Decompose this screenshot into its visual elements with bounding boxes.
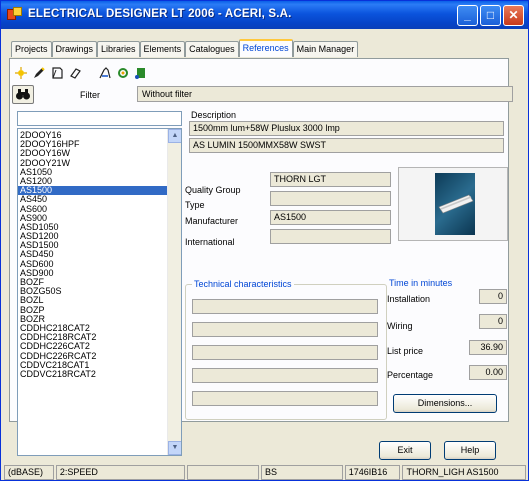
app-logo-icon xyxy=(7,7,23,23)
tab-catalogues[interactable]: Catalogues xyxy=(185,41,239,57)
wiring-label: Wiring xyxy=(387,321,413,331)
minimize-button[interactable]: _ xyxy=(457,5,478,26)
type-label: Type xyxy=(185,200,205,210)
edit-icon[interactable] xyxy=(32,66,46,80)
status-code-1: BS xyxy=(261,465,343,480)
quality-group-label: Quality Group xyxy=(185,185,241,195)
quality-group-field[interactable]: THORN LGT xyxy=(270,172,391,187)
international-field[interactable] xyxy=(270,229,391,244)
refresh-icon[interactable] xyxy=(116,66,130,80)
status-code-2: 1746IB16 xyxy=(344,465,401,480)
filter-label: Filter xyxy=(80,90,100,100)
binoculars-icon xyxy=(16,89,30,100)
technical-group: Technical characteristics xyxy=(185,279,387,420)
search-input[interactable] xyxy=(17,111,182,126)
installation-label: Installation xyxy=(387,294,431,304)
status-db: (dBASE) xyxy=(4,465,54,480)
manufacturer-field[interactable]: AS1500 xyxy=(270,210,391,225)
exit-button[interactable]: Exit xyxy=(379,441,431,460)
technical-field-3[interactable] xyxy=(192,345,378,360)
product-photo xyxy=(398,167,508,241)
tab-main-manager[interactable]: Main Manager xyxy=(292,41,359,57)
international-label: International xyxy=(185,237,235,247)
wiring-field[interactable]: 0 xyxy=(479,314,507,329)
type-field[interactable] xyxy=(270,191,391,206)
description-line-2[interactable]: AS LUMIN 1500MMX58W SWST xyxy=(189,138,504,153)
close-button[interactable]: ✕ xyxy=(503,5,524,26)
reference-list[interactable]: 2DOOY16 2DOOY16HPF 2DOOY16W 2DOOY21W AS1050 A… xyxy=(17,128,182,456)
maximize-button[interactable]: □ xyxy=(480,5,501,26)
open-icon[interactable] xyxy=(50,66,64,80)
description-line-1[interactable]: 1500mm lum+58W Pluslux 3000 lmp xyxy=(189,121,504,136)
main-window: ELECTRICAL DESIGNER LT 2006 - ACERI, S.A… xyxy=(0,0,529,481)
tab-elements[interactable]: Elements xyxy=(139,41,186,57)
scroll-down-icon[interactable]: ▼ xyxy=(168,441,181,455)
time-group: Time in minutes Installation 0 Wiring 0 … xyxy=(383,278,507,418)
window-title: ELECTRICAL DESIGNER LT 2006 - ACERI, S.A… xyxy=(28,8,292,20)
percentage-field[interactable]: 0.00 xyxy=(469,365,507,380)
tab-strip: Projects Drawings Libraries Elements Cat… xyxy=(11,39,359,59)
percentage-label: Percentage xyxy=(387,370,434,380)
new-icon[interactable] xyxy=(14,66,28,80)
filter-field[interactable]: Without filter xyxy=(137,86,513,102)
scroll-up-icon[interactable]: ▲ xyxy=(168,129,181,143)
list-price-label: List price xyxy=(387,346,424,356)
time-title: Time in minutes xyxy=(387,278,455,288)
dimensions-button[interactable]: Dimensions... xyxy=(393,394,497,413)
technical-field-5[interactable] xyxy=(192,391,378,406)
tab-projects[interactable]: Projects xyxy=(11,41,52,57)
manufacturer-label: Manufacturer xyxy=(185,216,239,226)
status-mode: 2:SPEED xyxy=(55,465,186,480)
status-empty xyxy=(187,465,259,480)
toolbar xyxy=(14,63,148,83)
tab-libraries[interactable]: Libraries xyxy=(97,41,140,57)
status-bar: (dBASE) 2:SPEED BS 1746IB16 THORN_LIGH A… xyxy=(4,465,526,480)
filter-tool-icon[interactable] xyxy=(98,66,112,80)
list-scrollbar[interactable]: ▲ ▼ xyxy=(167,129,181,455)
status-reference: THORN_LIGH AS1500 xyxy=(402,465,526,480)
export-icon[interactable] xyxy=(134,66,148,80)
erase-icon[interactable] xyxy=(68,66,82,80)
installation-field[interactable]: 0 xyxy=(479,289,507,304)
help-button[interactable]: Help xyxy=(444,441,496,460)
description-label: Description xyxy=(191,110,237,120)
list-price-field[interactable]: 36.90 xyxy=(469,340,507,355)
tab-references[interactable]: References xyxy=(238,39,293,57)
technical-title: Technical characteristics xyxy=(192,279,294,289)
technical-field-2[interactable] xyxy=(192,322,378,337)
title-bar[interactable]: ELECTRICAL DESIGNER LT 2006 - ACERI, S.A… xyxy=(1,1,528,29)
technical-field-4[interactable] xyxy=(192,368,378,383)
product-image xyxy=(435,173,475,235)
tab-drawings[interactable]: Drawings xyxy=(51,41,98,57)
binoculars-button[interactable] xyxy=(12,85,34,104)
reference-list-items: 2DOOY16 2DOOY16HPF 2DOOY16W 2DOOY21W AS1050 A… xyxy=(18,129,169,379)
list-item[interactable]: CDDVC218RCAT2 xyxy=(18,369,169,379)
technical-field-1[interactable] xyxy=(192,299,378,314)
